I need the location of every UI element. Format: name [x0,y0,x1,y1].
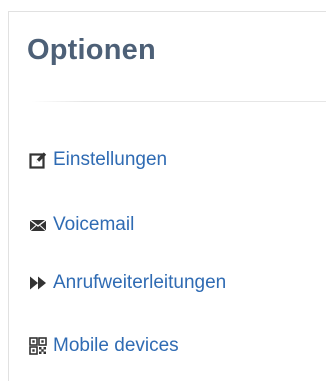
menu-item-call-forwarding[interactable]: Anrufweiterleitungen [29,271,226,295]
panel-title: Optionen [27,34,156,66]
forward-icon [29,274,47,292]
edit-icon [29,151,47,169]
menu-item-voicemail[interactable]: Voicemail [29,213,134,237]
qrcode-icon [29,337,47,355]
options-panel: Optionen Einstellungen Voicemail Anrufwe… [8,11,326,381]
menu-item-label: Anrufweiterleitungen [53,272,227,293]
menu-item-settings[interactable]: Einstellungen [29,148,167,172]
menu-item-label: Einstellungen [53,149,168,170]
menu-item-mobile-devices[interactable]: Mobile devices [29,334,179,358]
title-divider [31,101,326,102]
envelope-icon [29,216,47,234]
menu-item-label: Voicemail [53,214,135,235]
menu-item-label: Mobile devices [53,335,179,356]
